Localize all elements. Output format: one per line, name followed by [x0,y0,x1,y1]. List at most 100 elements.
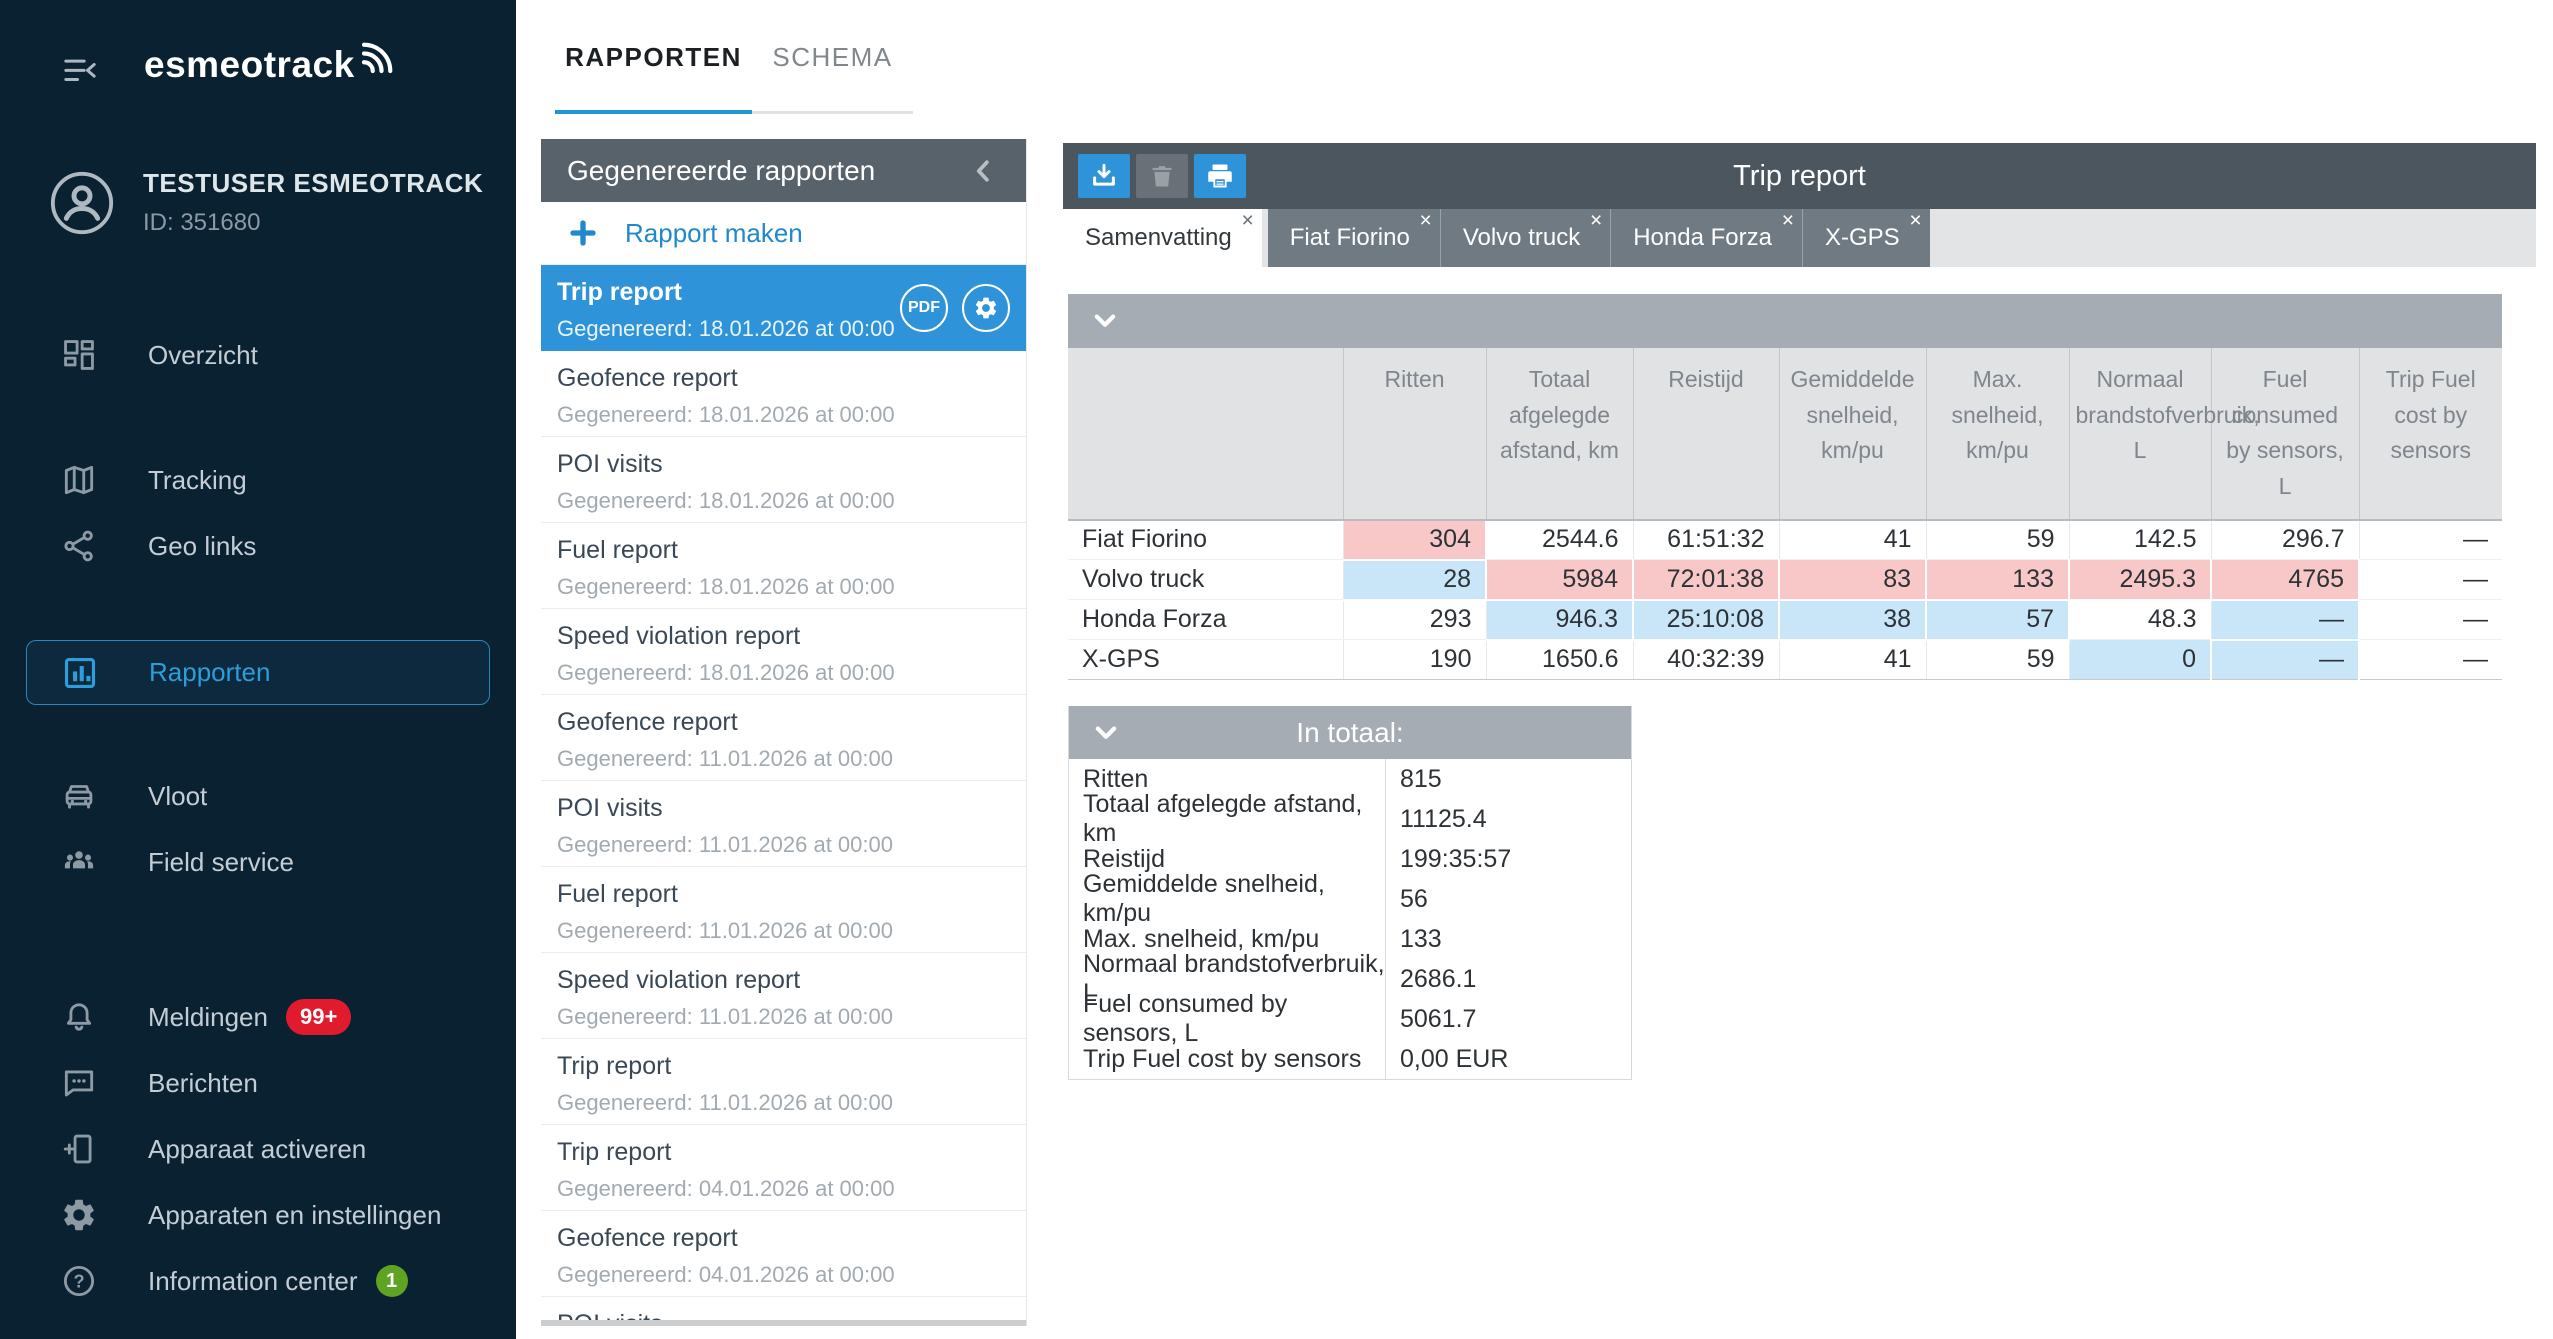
sidebar-item-label: Vloot [148,781,207,812]
close-icon[interactable]: × [1909,210,1921,231]
tab-rapporten-label: RAPPORTEN [565,42,742,73]
sidebar-item-information-center[interactable]: ?Information center1 [0,1248,516,1314]
report-list-item[interactable]: Fuel report Gegenereerd: 11.01.2026 at 00… [541,867,1026,953]
chevron-down-icon[interactable] [1091,718,1121,748]
value-cell: 946.3 [1486,600,1633,640]
sidebar-nav: Overzicht TrackingGeo links Rapporten Vloot… [0,322,516,1314]
report-list-item[interactable]: POI visitsGegenereerd: 11.01.2026 at 00:… [541,781,1026,867]
create-report-button[interactable]: Rapport maken [541,202,1026,265]
summary-col-header: Normaal brandstofverbruik, L [2069,348,2211,520]
totals-title: In totaal: [1069,717,1631,749]
value-cell: — [2211,640,2359,680]
table-row: Volvo truck28598472:01:38831332495.34765… [1068,560,2502,600]
sidebar-item-vloot[interactable]: Vloot [0,763,516,829]
sidebar-item-label: Apparaat activeren [148,1134,366,1165]
reports-list: Trip reportGegenereerd: 18.01.2026 at 00… [541,265,1026,1326]
sidebar-item-label: Meldingen [148,1002,268,1033]
sidebar-item-apparaat-activeren[interactable]: Apparaat activeren [0,1116,516,1182]
report-item-title: Trip report [557,1138,1008,1167]
report-tab-x-gps[interactable]: X-GPS× [1803,209,1930,267]
report-item-title: Fuel report [557,880,1008,909]
value-cell: 296.7 [2211,520,2359,560]
report-list-item[interactable]: Trip reportGegenereerd: 04.01.2026 at 00… [541,1125,1026,1211]
download-button[interactable] [1078,154,1130,198]
report-settings-button[interactable] [962,284,1010,332]
totals-label: Gemiddelde snelheid, km/pu [1069,870,1385,928]
sidebar-item-overzicht[interactable]: Overzicht [0,322,516,388]
tab-schema[interactable]: SCHEMA [752,0,913,114]
close-icon[interactable]: × [1420,210,1432,231]
map-icon [60,461,98,499]
report-tabs: Samenvatting×Fiat Fiorino×Volvo truck×Ho… [1063,209,2536,267]
report-item-date: Gegenereerd: 11.01.2026 at 00:00 [557,918,1008,944]
print-button[interactable] [1194,154,1246,198]
summary-col-header: Ritten [1343,348,1486,520]
pdf-button[interactable]: PDF [900,284,948,332]
close-icon[interactable]: × [1782,210,1794,231]
summary-header-row: RittenTotaal afgelegde afstand, kmReisti… [1068,348,2502,520]
report-list-item[interactable]: Speed violation reportGegenereerd: 18.01… [541,609,1026,695]
user-block[interactable]: TESTUSER ESMEOTRACK ID: 351680 [49,168,483,237]
report-list-item[interactable]: Fuel reportGegenereerd: 18.01.2026 at 00… [541,523,1026,609]
report-list-item[interactable]: Trip reportGegenereerd: 11.01.2026 at 00… [541,1039,1026,1125]
user-name: TESTUSER ESMEOTRACK [143,168,483,199]
reports-list-scrollbar[interactable] [541,1320,1026,1326]
chevron-down-icon[interactable] [1090,306,1120,336]
value-cell: 41 [1779,520,1926,560]
sidebar-item-geo-links[interactable]: Geo links [0,513,516,579]
report-list-item[interactable]: Geofence reportGegenereerd: 18.01.2026 a… [541,351,1026,437]
table-row: X-GPS1901650.640:32:3941590—— [1068,640,2502,680]
value-cell: 2495.3 [2069,560,2211,600]
value-cell: 83 [1779,560,1926,600]
sidebar-item-field-service[interactable]: Field service [0,829,516,895]
trash-button[interactable] [1136,154,1188,198]
report-tab-honda-forza[interactable]: Honda Forza× [1611,209,1803,267]
report-list-item[interactable]: POI visitsGegenereerd: 18.01.2026 at 00:… [541,437,1026,523]
report-list-item[interactable]: Geofence reportGegenereerd: 11.01.2026 a… [541,695,1026,781]
report-item-title: Speed violation report [557,966,1008,995]
sidebar-item-rapporten[interactable]: Rapporten [26,640,490,705]
sidebar-collapse-icon[interactable] [60,52,100,92]
gear-icon [60,1196,98,1234]
totals-value: 2686.1 [1385,959,1631,999]
sidebar-item-apparaten-en-instellingen[interactable]: Apparaten en instellingen [0,1182,516,1248]
value-cell: 61:51:32 [1633,520,1779,560]
share-icon [60,527,98,565]
close-icon[interactable]: × [1590,210,1602,231]
value-cell: 38 [1779,600,1926,640]
report-toolbar [1078,154,1252,198]
report-list-item[interactable]: Speed violation report Gegenereerd: 11.01… [541,953,1026,1039]
totals-value: 56 [1385,879,1631,919]
report-list-item[interactable]: Trip reportGegenereerd: 18.01.2026 at 00… [541,265,1026,351]
report-tab-samenvatting[interactable]: Samenvatting× [1063,209,1262,267]
sidebar-item-label: Field service [148,847,294,878]
reports-panel-title: Gegenereerde rapporten [567,155,875,187]
close-icon[interactable]: × [1242,210,1254,231]
report-tab-label: Volvo truck [1463,224,1580,252]
sidebar-item-berichten[interactable]: Berichten [0,1050,516,1116]
panel-collapse-icon[interactable] [970,156,1000,186]
report-list-item[interactable]: Geofence reportGegenereerd: 04.01.2026 a… [541,1211,1026,1297]
summary-col-header: Reistijd [1633,348,1779,520]
report-item-date: Gegenereerd: 11.01.2026 at 00:00 [557,1004,1008,1030]
sidebar-item-tracking[interactable]: Tracking [0,447,516,513]
sidebar-item-meldingen[interactable]: Meldingen99+ [0,984,516,1050]
report-item-title: Speed violation report [557,622,1008,651]
report-item-date: Gegenereerd: 11.01.2026 at 00:00 [557,746,1008,772]
tab-underline-track [752,111,913,114]
value-cell: 59 [1926,640,2069,680]
totals-label: Totaal afgelegde afstand, km [1069,790,1385,848]
value-cell: 48.3 [2069,600,2211,640]
car-icon [60,777,98,815]
report-tab-volvo-truck[interactable]: Volvo truck × [1441,209,1611,267]
totals-value: 815 [1385,759,1631,799]
create-report-label: Rapport maken [625,218,803,249]
signal-arcs-icon [357,36,399,78]
svg-text:?: ? [73,1271,84,1291]
report-tab-fiat-fiorino[interactable]: Fiat Fiorino× [1268,209,1441,267]
value-cell: 5984 [1486,560,1633,600]
totals-row: Totaal afgelegde afstand, km11125.4 [1069,799,1631,839]
main-content: RAPPORTEN SCHEMA Gegenereerde rapporten … [516,0,2553,1339]
tab-rapporten[interactable]: RAPPORTEN [555,0,752,114]
value-cell: — [2359,520,2502,560]
